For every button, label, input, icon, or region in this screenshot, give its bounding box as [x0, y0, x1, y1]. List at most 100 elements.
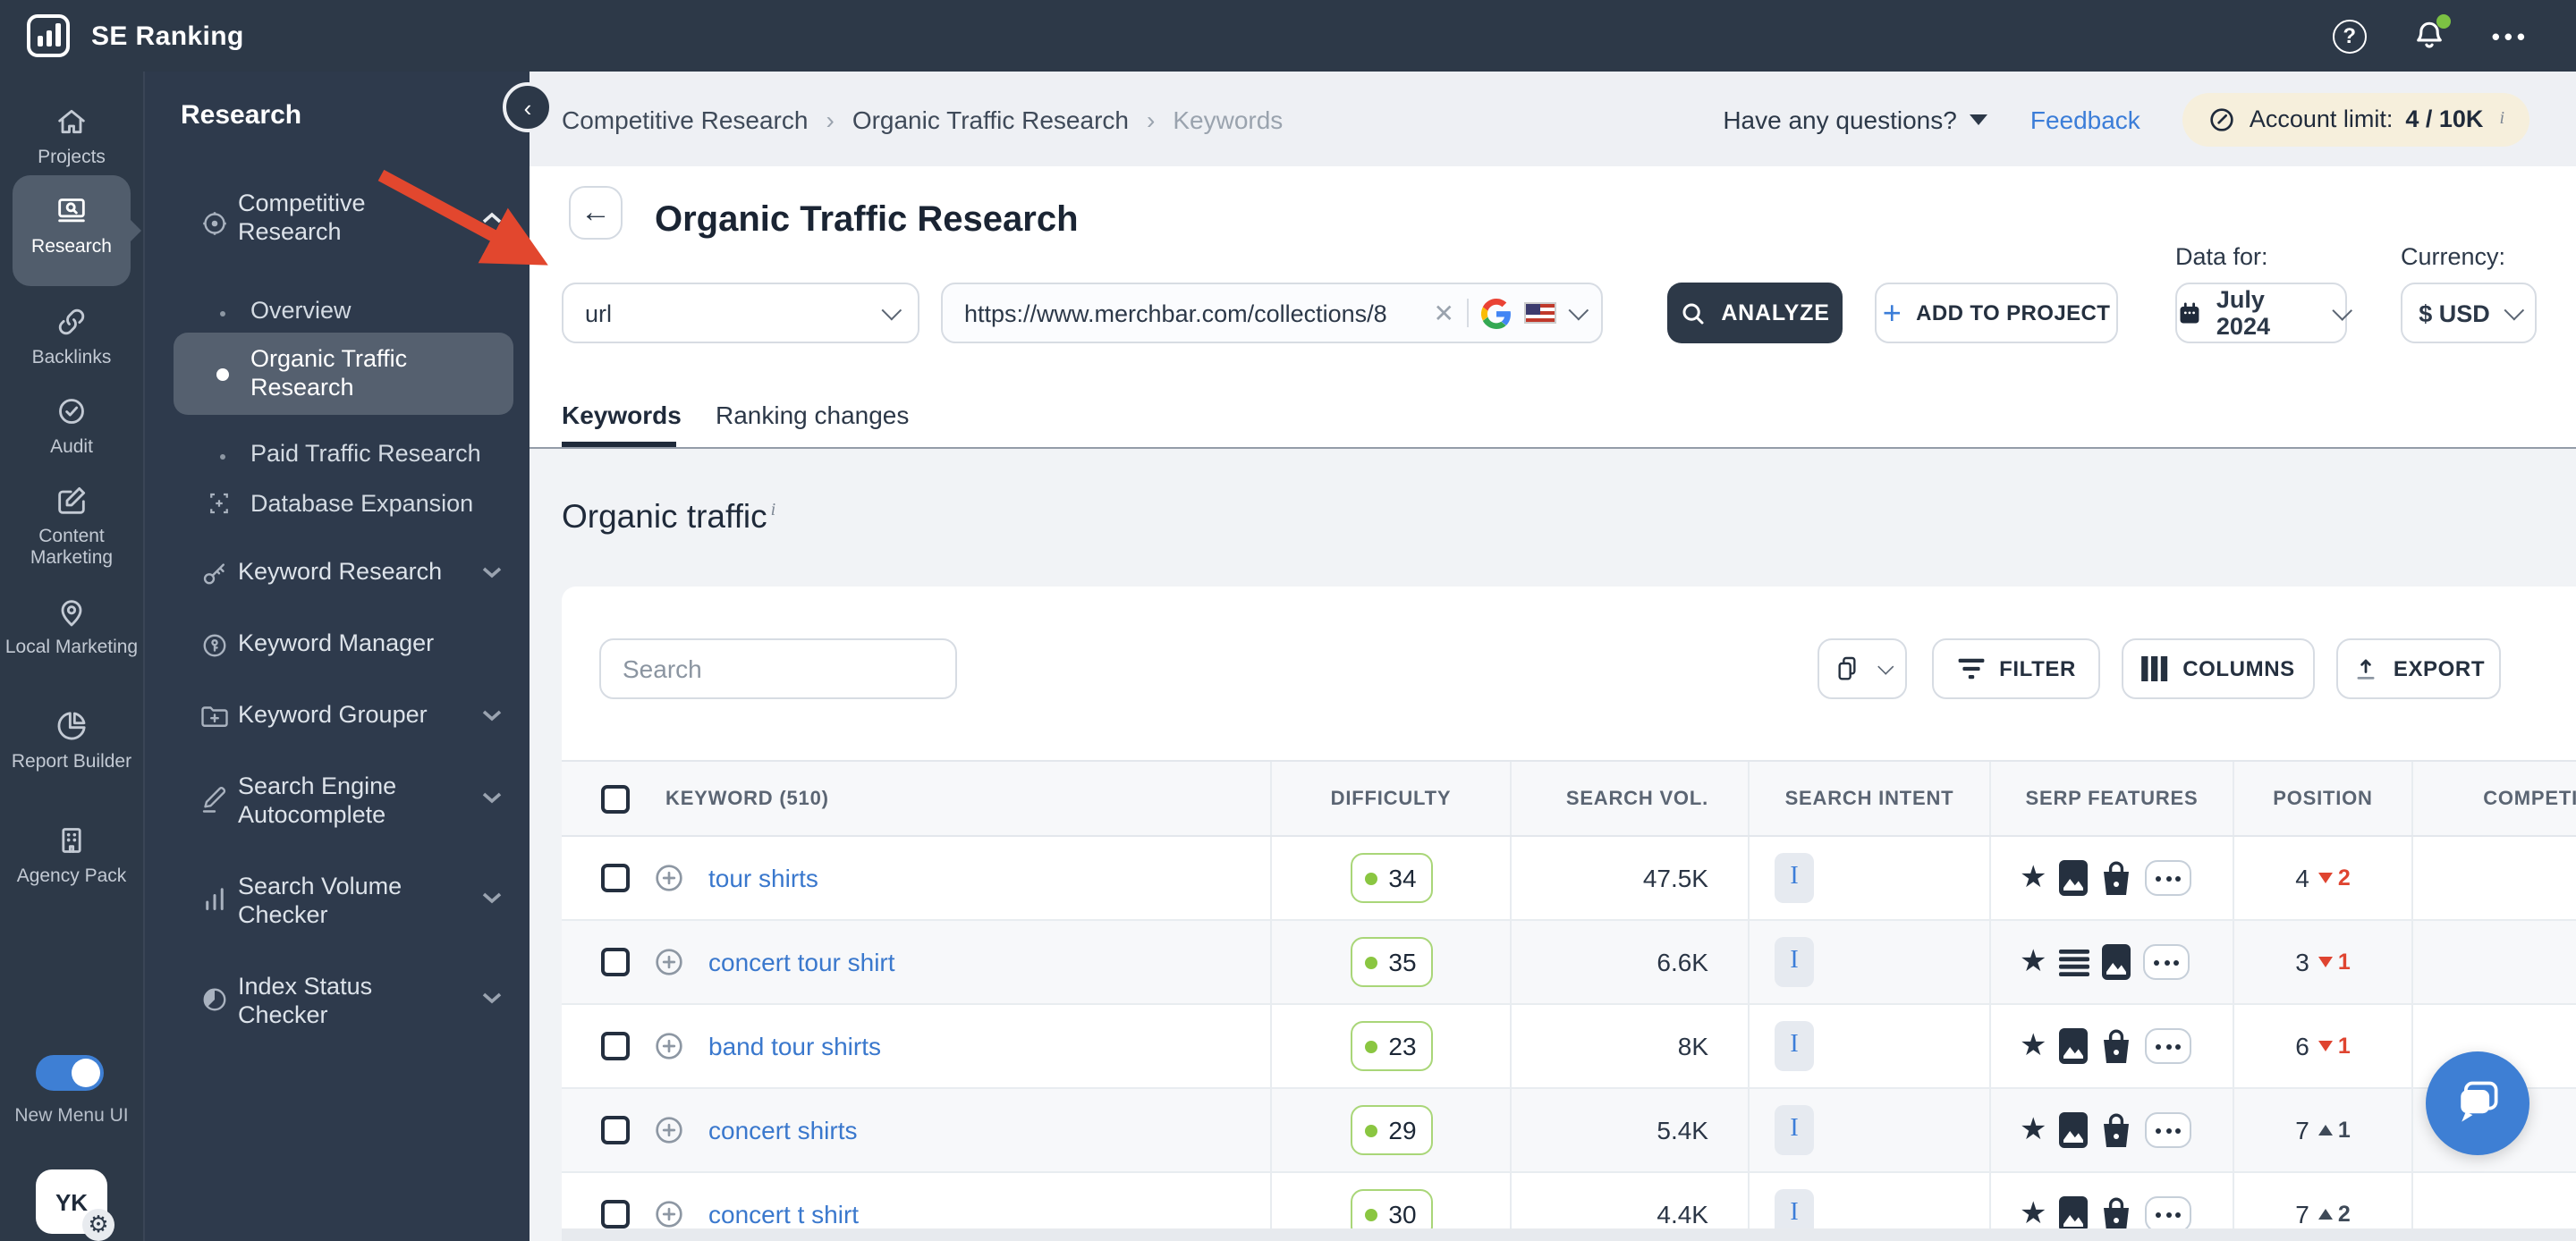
nav-item-paid-traffic-research[interactable]: Paid Traffic Research — [250, 440, 481, 469]
google-logo-icon — [1481, 298, 1511, 328]
analyze-button[interactable]: ANALYZE — [1667, 283, 1843, 343]
row-checkbox[interactable] — [601, 1032, 630, 1060]
more-features-icon[interactable] — [2145, 1196, 2192, 1232]
add-keyword-icon[interactable] — [651, 1112, 687, 1148]
add-keyword-icon[interactable] — [651, 944, 687, 980]
chevron-down-icon — [482, 892, 502, 904]
nav-item-index-status-checker[interactable]: Index Status Checker — [238, 973, 462, 1030]
nav-item-organic-traffic-research-selected[interactable]: Organic Traffic Research — [174, 333, 513, 415]
breadcrumb-item[interactable]: Competitive Research — [562, 105, 808, 133]
sidebar-item-report-builder[interactable]: Report Builder — [0, 708, 143, 772]
arrow-up-icon — [2318, 1209, 2333, 1220]
row-checkbox[interactable] — [601, 1200, 630, 1228]
image-icon — [2059, 1196, 2089, 1232]
keyword-link[interactable]: tour shirts — [708, 864, 818, 892]
notifications-bell-icon[interactable] — [2410, 14, 2451, 55]
nav-item-search-engine-autocomplete[interactable]: Search Engine Autocomplete — [238, 772, 462, 830]
sidebar-item-backlinks[interactable]: Backlinks — [0, 304, 143, 368]
new-menu-ui-toggle[interactable] — [36, 1055, 104, 1091]
back-button[interactable]: ← — [569, 186, 623, 240]
chevron-down-icon[interactable] — [1568, 300, 1589, 321]
sidebar-item-projects[interactable]: Projects — [0, 104, 143, 168]
header-serp-features[interactable]: SERP FEATURES — [1989, 762, 2233, 835]
header-difficulty[interactable]: DIFFICULTY — [1270, 762, 1510, 835]
sidebar-item-content-marketing[interactable]: Content Marketing — [0, 483, 143, 569]
search-mode-select[interactable]: url — [562, 283, 919, 343]
tab-ranking-changes[interactable]: Ranking changes — [716, 401, 909, 429]
keyword-link[interactable]: band tour shirts — [708, 1032, 881, 1060]
select-all-checkbox[interactable] — [601, 784, 630, 813]
copy-dropdown-button[interactable] — [1818, 638, 1907, 699]
help-icon[interactable]: ? — [2332, 19, 2367, 53]
header-search-intent[interactable]: SEARCH INTENT — [1748, 762, 1989, 835]
position-value: 4 — [2295, 864, 2309, 892]
breadcrumb-item[interactable]: Organic Traffic Research — [852, 105, 1129, 133]
clear-input-icon[interactable]: ✕ — [1434, 298, 1454, 328]
organic-traffic-card: FILTER COLUMNS EXPORT KEYWORD (510) DIFF… — [562, 587, 2576, 1241]
table-body: tour shirts 34 47.5K I ★ 4 2 concert tour shirt… — [562, 837, 2576, 1241]
nav-item-keyword-research[interactable]: Keyword Research — [238, 558, 442, 587]
keyword-link[interactable]: concert shirts — [708, 1116, 858, 1144]
currency-select[interactable]: $ USD — [2401, 283, 2537, 343]
have-questions-dropdown[interactable]: Have any questions? — [1723, 105, 1987, 133]
sidebar-item-audit[interactable]: Audit — [0, 393, 143, 458]
notification-dot — [2436, 14, 2451, 29]
header-competition[interactable]: COMPETITION — [2411, 762, 2576, 835]
app-name: SE Ranking — [91, 21, 244, 51]
feedback-link[interactable]: Feedback — [2030, 105, 2140, 133]
home-icon — [58, 109, 85, 134]
account-limit-value: 4 / 10K — [2405, 106, 2484, 132]
more-menu-icon[interactable]: ••• — [2492, 22, 2529, 49]
more-features-icon[interactable] — [2145, 1112, 2192, 1148]
table-search[interactable] — [599, 638, 957, 699]
nav-item-overview[interactable]: Overview — [250, 297, 352, 325]
more-features-icon[interactable] — [2143, 944, 2190, 980]
header-search-vol[interactable]: SEARCH VOL. — [1510, 762, 1748, 835]
export-button[interactable]: EXPORT — [2336, 638, 2501, 699]
url-input[interactable]: https://www.merchbar.com/collections/8 ✕ — [941, 283, 1603, 343]
row-checkbox[interactable] — [601, 864, 630, 892]
row-checkbox[interactable] — [601, 948, 630, 976]
search-intent-cell: I — [1748, 1005, 1989, 1087]
nav-item-database-expansion[interactable]: Database Expansion — [250, 490, 473, 519]
edit-icon — [58, 486, 86, 514]
add-to-project-button[interactable]: + ADD TO PROJECT — [1875, 283, 2118, 343]
account-limit-badge[interactable]: Account limit: 4 / 10K i — [2182, 92, 2529, 146]
nav-item-keyword-grouper[interactable]: Keyword Grouper — [238, 701, 428, 730]
search-input[interactable] — [623, 654, 946, 683]
star-icon: ★ — [2020, 1196, 2047, 1230]
position-change: 2 — [2318, 1202, 2351, 1227]
analyze-label: ANALYZE — [1721, 300, 1830, 325]
header-keyword[interactable]: KEYWORD (510) — [562, 762, 1270, 835]
more-features-icon[interactable] — [2145, 1028, 2192, 1064]
horizontal-scrollbar[interactable] — [562, 1228, 2576, 1241]
chat-widget-button[interactable] — [2426, 1051, 2529, 1155]
calendar-icon — [2180, 301, 2199, 323]
chevron-down-icon — [482, 992, 502, 1004]
keyword-link[interactable]: concert tour shirt — [708, 948, 895, 976]
add-keyword-icon[interactable] — [651, 1028, 687, 1064]
sidebar-item-agency-pack[interactable]: Agency Pack — [0, 823, 143, 887]
add-keyword-icon[interactable] — [651, 1196, 687, 1232]
sidebar-item-local-marketing[interactable]: Local Marketing — [0, 594, 143, 658]
info-icon[interactable]: i — [771, 501, 776, 520]
more-features-icon[interactable] — [2145, 860, 2192, 896]
settings-gear-icon[interactable]: ⚙ — [82, 1209, 114, 1241]
difficulty-badge: 34 — [1350, 853, 1432, 903]
nav-item-keyword-manager[interactable]: Keyword Manager — [238, 629, 434, 658]
nav-item-search-volume-checker[interactable]: Search Volume Checker — [238, 873, 462, 930]
add-keyword-icon[interactable] — [651, 860, 687, 896]
tab-keywords[interactable]: Keywords — [562, 401, 682, 429]
header-position[interactable]: POSITION — [2233, 762, 2411, 835]
keyword-link[interactable]: concert t shirt — [708, 1200, 859, 1228]
collapse-panel-button[interactable]: ‹ — [503, 82, 553, 132]
columns-button[interactable]: COLUMNS — [2122, 638, 2315, 699]
sidebar-item-research[interactable]: Research — [13, 175, 141, 286]
period-select[interactable]: July 2024 — [2175, 283, 2351, 343]
filter-button[interactable]: FILTER — [1932, 638, 2100, 699]
position-cell: 42 — [2233, 837, 2411, 919]
row-checkbox[interactable] — [601, 1116, 630, 1144]
position-value: 7 — [2295, 1200, 2309, 1228]
pencil-icon — [202, 787, 226, 813]
export-label: EXPORT — [2393, 656, 2486, 681]
